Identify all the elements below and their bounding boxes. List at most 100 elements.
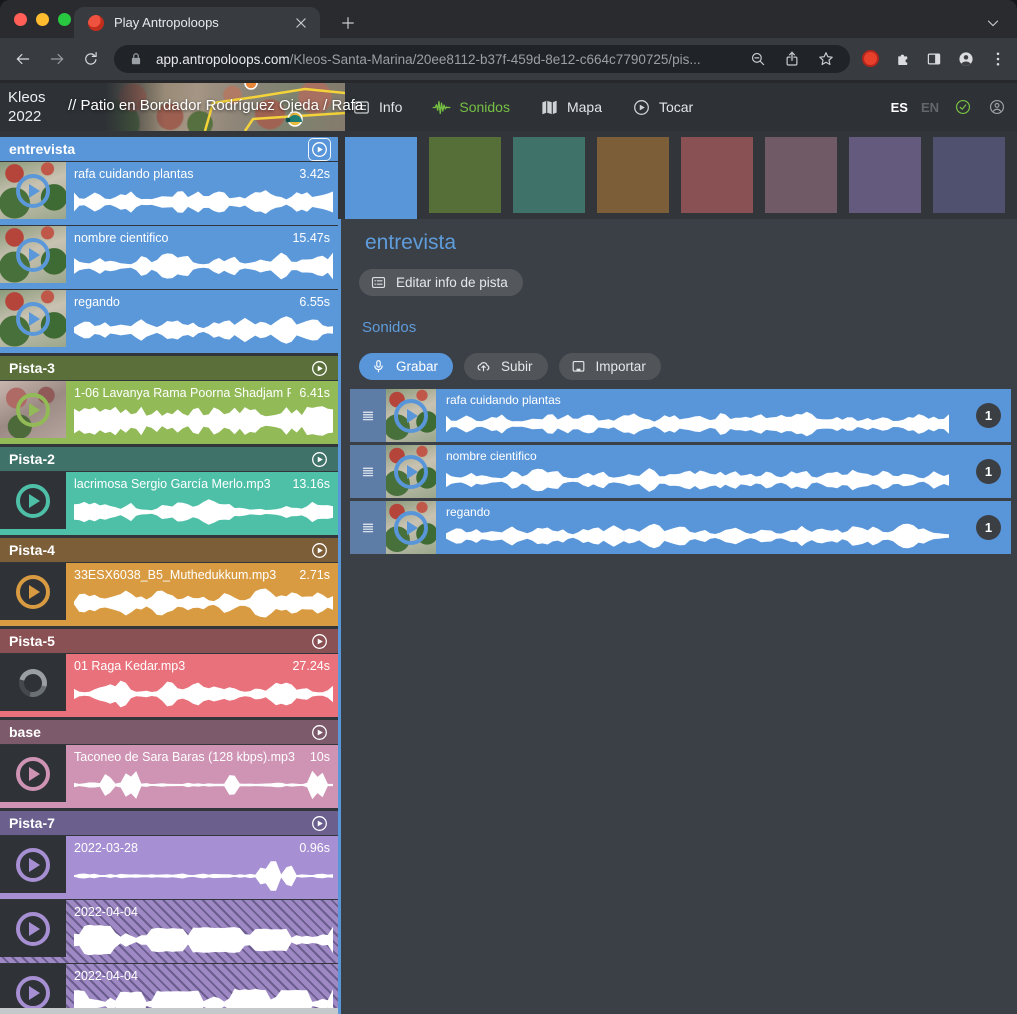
- clip-thumbnail[interactable]: [0, 472, 66, 529]
- sound-row-nombre cientifico[interactable]: nombre cientifico1: [350, 445, 1011, 498]
- sound-thumbnail[interactable]: [386, 389, 436, 442]
- drag-handle[interactable]: [350, 501, 386, 554]
- track-header-Pista-4[interactable]: Pista-4: [0, 538, 338, 562]
- edit-track-info-button[interactable]: Editar info de pista: [359, 269, 523, 296]
- person-circle-icon: [988, 98, 1006, 116]
- track-tile-4[interactable]: [597, 137, 669, 213]
- browser-toolbar: app.antropoloops.com/Kleos-Santa-Marina/…: [0, 38, 1017, 80]
- clip-name: Taconeo de Sara Baras (128 kbps).mp3: [74, 750, 302, 764]
- clip-01 Raga Kedar.mp3[interactable]: 01 Raga Kedar.mp327.24s: [0, 654, 338, 717]
- profile-avatar-icon[interactable]: [955, 48, 977, 70]
- clip-1-06 Lavanya Rama Poorna Shadjam Rupak...[interactable]: 1-06 Lavanya Rama Poorna Shadjam Rupak..…: [0, 381, 338, 444]
- track-tile-5[interactable]: [681, 137, 753, 213]
- track-header-Pista-3[interactable]: Pista-3: [0, 356, 338, 380]
- share-icon[interactable]: [782, 49, 802, 69]
- clip-rafa cuidando plantas[interactable]: rafa cuidando plantas3.42s: [0, 162, 338, 225]
- clip-thumbnail[interactable]: [0, 381, 66, 438]
- sound-row-regando[interactable]: regando1: [350, 501, 1011, 554]
- sound-row-rafa cuidando plantas[interactable]: rafa cuidando plantas1: [350, 389, 1011, 442]
- play-track-button[interactable]: [309, 631, 330, 652]
- bookmark-star-icon[interactable]: [816, 49, 836, 69]
- clip-thumbnail[interactable]: [0, 290, 66, 347]
- macos-zoom-button[interactable]: [58, 13, 71, 26]
- clip-2022-04-04[interactable]: 2022-04-04: [0, 900, 338, 963]
- url-text: app.antropoloops.com/Kleos-Santa-Marina/…: [156, 52, 748, 67]
- track-header-Pista-2[interactable]: Pista-2: [0, 447, 338, 471]
- sound-thumbnail[interactable]: [386, 501, 436, 554]
- sound-name: rafa cuidando plantas: [436, 389, 1011, 407]
- track-tile-2[interactable]: [429, 137, 501, 213]
- grabar-button[interactable]: Grabar: [359, 353, 453, 380]
- clip-33ESX6038_B5_Muthedukkum.mp3[interactable]: 33ESX6038_B5_Muthedukkum.mp32.71s: [0, 563, 338, 626]
- zoom-out-icon[interactable]: [748, 49, 768, 69]
- play-track-button[interactable]: [309, 722, 330, 743]
- clip-thumbnail[interactable]: [0, 836, 66, 893]
- track-header-Pista-7[interactable]: Pista-7: [0, 811, 338, 835]
- clip-name: 2022-03-28: [74, 841, 291, 855]
- track-tile-8[interactable]: [933, 137, 1005, 213]
- play-circle-icon: [310, 723, 329, 742]
- play-circle-icon: [310, 541, 329, 560]
- new-tab-button[interactable]: [336, 11, 360, 35]
- sidebar-scrollbar[interactable]: [0, 1008, 345, 1014]
- subir-button[interactable]: Subir: [464, 353, 548, 380]
- clip-2022-03-28[interactable]: 2022-03-280.96s: [0, 836, 338, 899]
- clip-thumbnail[interactable]: [0, 563, 66, 620]
- reload-button[interactable]: [80, 48, 102, 70]
- clip-nombre cientifico[interactable]: nombre cientifico15.47s: [0, 226, 338, 289]
- importar-button[interactable]: Importar: [559, 353, 661, 380]
- play-track-button[interactable]: [309, 358, 330, 379]
- drag-handle[interactable]: [350, 445, 386, 498]
- browser-menu-icon[interactable]: [987, 48, 1009, 70]
- tab-search-chevron-icon[interactable]: [981, 11, 1005, 35]
- drag-handle[interactable]: [350, 389, 386, 442]
- track-tile-6[interactable]: [765, 137, 837, 213]
- back-button[interactable]: [12, 48, 34, 70]
- nav-item-label: Sonidos: [459, 99, 510, 115]
- play-track-button[interactable]: [309, 449, 330, 470]
- record-extension-icon[interactable]: [862, 50, 879, 67]
- waveform-icon: [432, 98, 451, 117]
- panel-title: entrevista: [365, 231, 456, 255]
- clip-regando[interactable]: regando6.55s: [0, 290, 338, 353]
- browser-tab[interactable]: Play Antropoloops: [74, 7, 320, 38]
- track-tile-1[interactable]: [345, 137, 417, 223]
- clip-thumbnail[interactable]: [0, 162, 66, 219]
- play-track-button[interactable]: [309, 540, 330, 561]
- clip-waveform: [74, 769, 333, 801]
- macos-minimize-button[interactable]: [36, 13, 49, 26]
- sync-status-button[interactable]: [952, 97, 973, 118]
- clip-waveform: [74, 250, 333, 282]
- extensions-puzzle-icon[interactable]: [891, 48, 913, 70]
- track-tile-7[interactable]: [849, 137, 921, 213]
- clip-2022-04-04[interactable]: 2022-04-04: [0, 964, 338, 1014]
- nav-item-sonidos[interactable]: Sonidos: [432, 98, 510, 117]
- macos-close-button[interactable]: [14, 13, 27, 26]
- nav-item-mapa[interactable]: Mapa: [540, 98, 602, 117]
- track-tile-3[interactable]: [513, 137, 585, 213]
- sound-thumbnail[interactable]: [386, 445, 436, 498]
- clip-thumbnail[interactable]: [0, 745, 66, 802]
- tab-close-icon[interactable]: [292, 14, 310, 32]
- account-button[interactable]: [986, 97, 1007, 118]
- play-track-button[interactable]: [309, 139, 330, 160]
- nav-item-tocar[interactable]: Tocar: [632, 98, 693, 117]
- language-toggle-en[interactable]: EN: [921, 100, 939, 115]
- track-header-entrevista[interactable]: entrevista: [0, 137, 338, 161]
- track-name: entrevista: [9, 141, 309, 157]
- forward-button[interactable]: [46, 48, 68, 70]
- address-bar[interactable]: app.antropoloops.com/Kleos-Santa-Marina/…: [114, 45, 850, 73]
- track-header-base[interactable]: base: [0, 720, 338, 744]
- clip-thumbnail[interactable]: [0, 964, 66, 1014]
- drag-handle-icon: [359, 407, 377, 425]
- side-panel-icon[interactable]: [923, 48, 945, 70]
- clip-thumbnail[interactable]: [0, 654, 66, 711]
- play-track-button[interactable]: [309, 813, 330, 834]
- clip-Taconeo de Sara Baras (128 kbps).mp3[interactable]: Taconeo de Sara Baras (128 kbps).mp310s: [0, 745, 338, 808]
- language-toggle-es[interactable]: ES: [891, 100, 908, 115]
- sound-body: regando: [436, 501, 1011, 554]
- track-header-Pista-5[interactable]: Pista-5: [0, 629, 338, 653]
- clip-thumbnail[interactable]: [0, 900, 66, 957]
- clip-thumbnail[interactable]: [0, 226, 66, 283]
- clip-lacrimosa Sergio García Merlo.mp3[interactable]: lacrimosa Sergio García Merlo.mp313.16s: [0, 472, 338, 535]
